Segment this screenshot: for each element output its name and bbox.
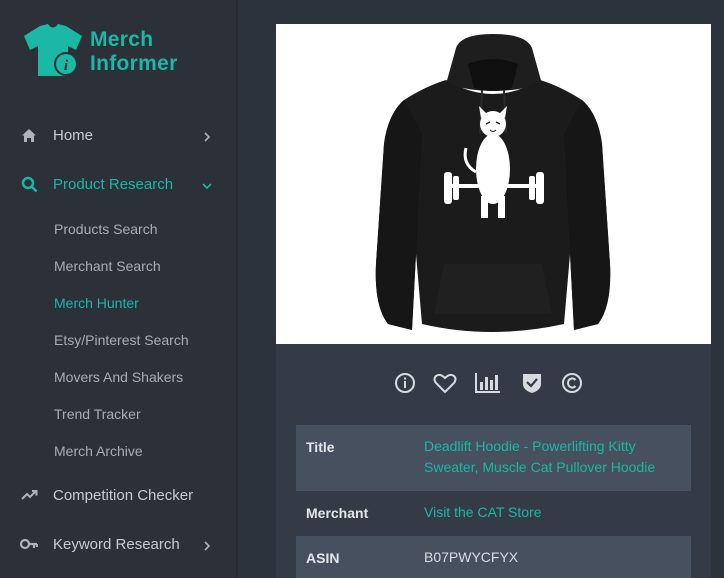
product-image[interactable]: [276, 24, 711, 344]
key-icon: [20, 535, 38, 553]
sidebar-item-keyword-research[interactable]: Keyword Research: [0, 524, 236, 564]
sidebar-subitem-merch-archive[interactable]: Merch Archive: [54, 440, 143, 462]
table-row-merchant: Merchant Visit the CAT Store: [296, 491, 691, 536]
asin-label: ASIN: [306, 550, 340, 566]
sidebar-subitem-movers-and-shakers[interactable]: Movers And Shakers: [54, 366, 183, 388]
sidebar-item-home[interactable]: Home: [0, 115, 236, 155]
sidebar-subitem-etsy-pinterest-search[interactable]: Etsy/Pinterest Search: [54, 329, 189, 351]
sidebar-item-competition-checker[interactable]: Competition Checker: [0, 475, 236, 515]
brand-name-line1: Merch: [90, 28, 154, 51]
brand-name-line2: Informer: [90, 52, 178, 75]
info-icon[interactable]: [392, 370, 418, 396]
hoodie-image: [375, 34, 611, 332]
asin-value: B07PWYCFYX: [424, 549, 519, 565]
merchant-label: Merchant: [306, 505, 369, 521]
sidebar: i Merch Informer Home Product Research P…: [0, 0, 236, 578]
tshirt-info-icon: i: [24, 24, 82, 76]
brand-name: Merch Informer: [90, 28, 178, 76]
shield-check-icon[interactable]: [519, 370, 545, 396]
home-icon: [20, 126, 38, 144]
copyright-icon[interactable]: [559, 370, 585, 396]
sidebar-item-label: Keyword Research: [53, 535, 180, 553]
chevron-right-icon: [204, 541, 211, 551]
chevron-down-icon: [202, 183, 212, 190]
trend-up-icon: [20, 486, 38, 504]
sidebar-item-label: Product Research: [53, 175, 174, 193]
brand-logo[interactable]: i Merch Informer: [22, 22, 192, 82]
product-card: Title Deadlift Hoodie - Powerlifting Kit…: [276, 24, 711, 578]
sidebar-subitem-products-search[interactable]: Products Search: [54, 218, 158, 240]
sidebar-subitem-merch-hunter[interactable]: Merch Hunter: [54, 292, 139, 314]
product-title-link[interactable]: Deadlift Hoodie - Powerlifting Kitty Swe…: [424, 436, 674, 478]
chevron-right-icon: [204, 132, 211, 142]
table-row-title: Title Deadlift Hoodie - Powerlifting Kit…: [296, 425, 691, 491]
title-label: Title: [306, 439, 335, 455]
sidebar-subitem-merchant-search[interactable]: Merchant Search: [54, 255, 161, 277]
sidebar-subitem-trend-tracker[interactable]: Trend Tracker: [54, 403, 141, 425]
product-actions: [392, 370, 592, 396]
heart-icon[interactable]: [432, 370, 458, 396]
sidebar-item-product-research[interactable]: Product Research: [0, 164, 236, 204]
sidebar-item-label: Competition Checker: [53, 486, 194, 504]
search-icon: [20, 175, 38, 193]
sidebar-item-label: Home: [53, 126, 94, 144]
table-row-asin: ASIN B07PWYCFYX: [296, 536, 691, 578]
bar-chart-icon[interactable]: [475, 370, 501, 396]
product-details-panel: Title Deadlift Hoodie - Powerlifting Kit…: [276, 344, 711, 578]
sidebar-divider: [236, 0, 238, 578]
merchant-link[interactable]: Visit the CAT Store: [424, 502, 674, 523]
